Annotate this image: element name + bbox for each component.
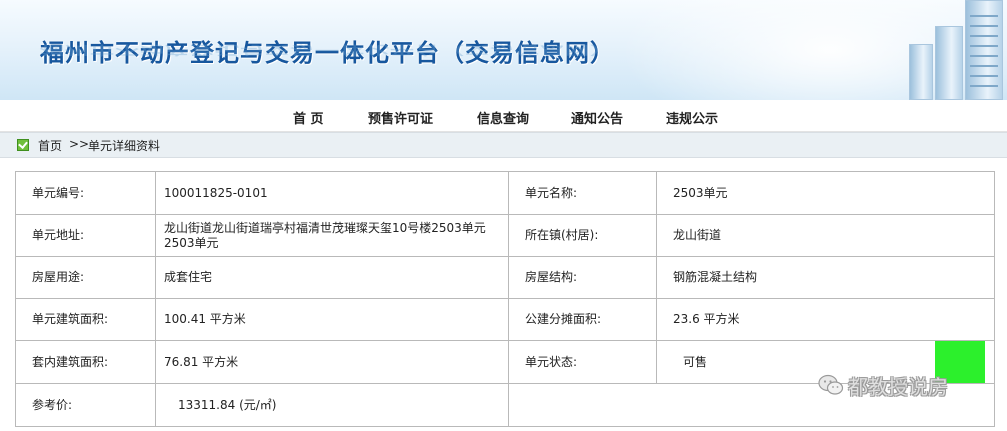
buildings-illustration (897, 0, 1007, 100)
ref-price-label: 参考价: (15, 383, 156, 427)
build-area-value: 100.41 平方米 (155, 298, 509, 341)
table-row: 房屋用途: 成套住宅 房屋结构: 钢筋混凝土结构 (15, 256, 995, 299)
building-small (909, 44, 933, 100)
watermark-text: 都教授说房 (848, 375, 948, 399)
shared-area-label: 公建分摊面积: (508, 298, 657, 341)
table-row: 单元建筑面积: 100.41 平方米 公建分摊面积: 23.6 平方米 (15, 298, 995, 341)
nav-notices[interactable]: 通知公告 (571, 108, 623, 127)
building-medium (935, 26, 963, 100)
table-row: 单元地址: 龙山街道龙山街道瑞亭村福清世茂璀璨天玺10号楼2503单元2503单… (15, 214, 995, 257)
structure-label: 房屋结构: (508, 256, 657, 299)
header-banner: 福州市不动产登记与交易一体化平台（交易信息网） 福州市不动产登记与交易一体化平台… (0, 0, 1007, 100)
unit-no-value: 100011825-0101 (155, 171, 509, 215)
table-row: 单元编号: 100011825-0101 单元名称: 2503单元 (15, 171, 995, 215)
unit-no-label: 单元编号: (15, 171, 156, 215)
nav-violations[interactable]: 违规公示 (666, 108, 718, 127)
nav-home[interactable]: 首 页 (293, 108, 324, 127)
unit-name-value: 2503单元 (656, 171, 995, 215)
building-tall (965, 0, 1003, 100)
structure-value: 钢筋混凝土结构 (656, 256, 995, 299)
usage-label: 房屋用途: (15, 256, 156, 299)
ref-price-value: 13311.84 (元/㎡) (155, 383, 509, 427)
address-label: 单元地址: (15, 214, 156, 257)
town-value: 龙山街道 (656, 214, 995, 257)
breadcrumb-separator: >> (69, 137, 90, 151)
inner-area-value: 76.81 平方米 (155, 340, 509, 384)
unit-name-label: 单元名称: (508, 171, 657, 215)
status-label: 单元状态: (508, 340, 657, 384)
address-value: 龙山街道龙山街道瑞亭村福清世茂璀璨天玺10号楼2503单元2503单元 (155, 214, 509, 257)
check-icon (17, 139, 29, 151)
empty-cell (508, 383, 657, 427)
usage-value: 成套住宅 (155, 256, 509, 299)
build-area-label: 单元建筑面积: (15, 298, 156, 341)
wechat-icon (818, 374, 844, 395)
nav-info-query[interactable]: 信息查询 (477, 108, 529, 127)
town-label: 所在镇(村居): (508, 214, 657, 257)
shared-area-value: 23.6 平方米 (656, 298, 995, 341)
breadcrumb-current: 单元详细资料 (88, 139, 161, 153)
breadcrumb: 首页 >> 单元详细资料 (0, 132, 1007, 158)
inner-area-label: 套内建筑面积: (15, 340, 156, 384)
site-title-reflection: 福州市不动产登记与交易一体化平台（交易信息网） (40, 43, 615, 57)
nav-presale-permit[interactable]: 预售许可证 (368, 108, 433, 127)
main-nav: 首 页 预售许可证 信息查询 通知公告 违规公示 (0, 100, 1007, 132)
breadcrumb-home[interactable]: 首页 (38, 137, 62, 154)
